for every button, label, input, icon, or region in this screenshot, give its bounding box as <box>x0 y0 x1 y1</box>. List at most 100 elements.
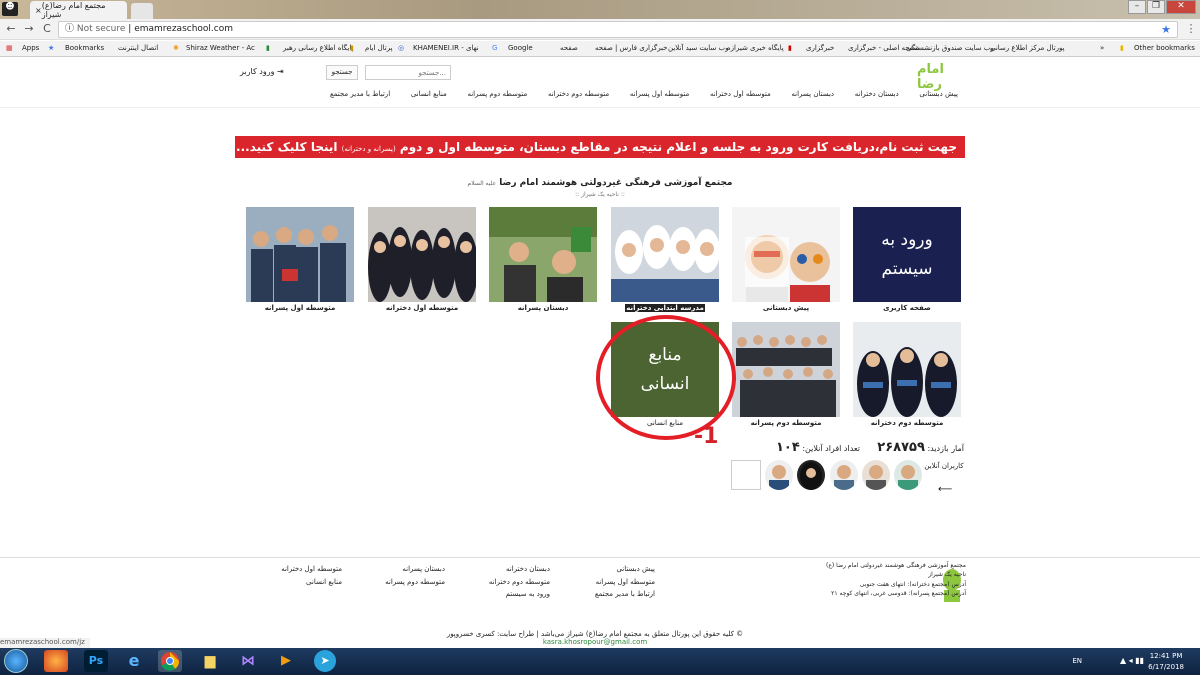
info-icon[interactable]: ⓘ <box>65 24 77 34</box>
tile-caption[interactable]: دبستان پسرانه <box>489 304 597 312</box>
preschool-photo <box>745 235 830 302</box>
footer-link[interactable]: دبستان دخترانه <box>460 563 550 576</box>
nav-item-contact-director[interactable]: ارتباط با مدیر مجتمع <box>330 90 390 98</box>
broken-image-icon[interactable] <box>731 460 761 490</box>
footer-link[interactable]: منابع انسانی <box>250 576 342 589</box>
bookmark-item[interactable]: وب سایت سید آنلاین <box>668 44 728 52</box>
bookmark-item[interactable]: Google <box>508 44 533 52</box>
apps-icon[interactable]: ▦ <box>6 44 13 52</box>
tile-boys-primary[interactable] <box>489 207 597 302</box>
firefox-icon[interactable] <box>44 650 68 672</box>
profile-icon[interactable]: ☻ <box>2 2 18 16</box>
search-button[interactable]: جستجو <box>326 65 358 80</box>
online-user-avatar[interactable] <box>765 460 793 490</box>
arrow-left-icon[interactable]: ⟵ <box>938 484 952 495</box>
footer-link[interactable]: متوسطه اول پسرانه <box>560 576 655 589</box>
language-indicator[interactable]: EN <box>1072 657 1082 665</box>
bookmark-item[interactable]: Bookmarks <box>65 44 104 52</box>
footer-link[interactable]: متوسطه دوم پسرانه <box>355 576 445 589</box>
tile-login[interactable]: ورود به سیستم <box>853 207 961 302</box>
bookmark-item[interactable]: KHAMENEI.IR - نهای <box>413 44 479 52</box>
tile-preschool[interactable] <box>732 207 840 302</box>
tab-close-icon[interactable]: × <box>35 6 42 15</box>
bookmark-star-icon[interactable]: ★ <box>1161 22 1171 37</box>
telegram-icon[interactable]: ➤ <box>314 650 336 672</box>
file-explorer-icon[interactable]: ▆ <box>198 650 222 672</box>
visit-stats: آمار بازدید: ۲۶۸۷۵۹ <box>870 440 964 455</box>
search-input[interactable] <box>365 65 451 80</box>
bookmark-item[interactable]: وب سایت صندوق بازنشستگی <box>906 44 994 52</box>
internet-explorer-icon[interactable]: e <box>122 650 146 672</box>
more-bookmarks-icon[interactable]: » <box>1100 44 1104 52</box>
nav-item-hr[interactable]: منابع انسانی <box>411 90 447 98</box>
chrome-icon[interactable] <box>158 650 182 672</box>
tab-title: مجتمع امام رضا(ع) شیراز <box>41 1 106 19</box>
footer-link[interactable]: پیش دبستانی <box>560 563 655 576</box>
online-user-avatar[interactable] <box>862 460 890 490</box>
nav-item-girls-middle[interactable]: متوسطه اول دخترانه <box>710 90 771 98</box>
tile-girls-middle[interactable] <box>368 207 476 302</box>
tile-caption[interactable]: پیش دبستانی <box>732 304 840 312</box>
login-link[interactable]: ورود کاربر ⇥ <box>240 67 284 76</box>
tile-caption[interactable]: متوسطه دوم پسرانه <box>732 419 840 427</box>
online-user-avatar[interactable] <box>894 460 922 490</box>
nav-item-boys-high[interactable]: متوسطه دوم پسرانه <box>467 90 527 98</box>
online-user-avatar[interactable] <box>797 460 825 490</box>
designer-email[interactable]: kasra.khosropour@gmail.com <box>543 638 647 646</box>
footer-links-col2: دبستان دخترانه متوسطه دوم دخترانه ورود ب… <box>460 563 550 601</box>
bookmark-item[interactable]: پورتال مرکز اطلاع رسانی <box>990 44 1065 52</box>
bookmark-item[interactable]: پرتال ایام <box>365 44 393 52</box>
reload-icon[interactable]: C <box>40 22 54 36</box>
nav-item-girls-primary[interactable]: دبستان دخترانه <box>855 90 899 98</box>
boys-primary-photo <box>489 207 597 302</box>
globe-icon: ◎ <box>398 44 405 52</box>
site-logo[interactable]: امام رضا <box>917 62 957 92</box>
close-window-icon[interactable]: ✕ <box>1166 0 1196 14</box>
clock[interactable]: 12:41 PM 6/17/2018 <box>1148 651 1184 672</box>
bookmark-item[interactable]: پایگاه خبری شیرازه <box>727 44 784 52</box>
nav-item-girls-high[interactable]: متوسطه دوم دخترانه <box>548 90 609 98</box>
footer-link[interactable]: ارتباط با مدیر مجتمع <box>560 588 655 601</box>
nav-item-boys-primary[interactable]: دبستان پسرانه <box>791 90 834 98</box>
tile-boys-middle[interactable] <box>246 207 354 302</box>
maximize-icon[interactable]: ❐ <box>1147 0 1165 14</box>
online-user-avatar[interactable] <box>830 460 858 490</box>
browser-tab[interactable]: × مجتمع امام رضا(ع) شیراز <box>30 1 127 19</box>
footer-link[interactable]: دبستان پسرانه <box>355 563 445 576</box>
nav-item-preschool[interactable]: پیش دبستانی <box>919 90 958 98</box>
start-button[interactable] <box>4 649 28 673</box>
photoshop-icon[interactable]: Ps <box>84 650 108 672</box>
bookmark-item[interactable]: خبرگزاری فارس | صفحه <box>595 44 668 52</box>
footer-link[interactable]: متوسطه دوم دخترانه <box>460 576 550 589</box>
other-bookmarks[interactable]: Other bookmarks <box>1134 44 1195 52</box>
tile-caption[interactable]: متوسطه اول پسرانه <box>246 304 354 312</box>
bookmark-item[interactable]: Apps <box>22 44 39 52</box>
tile-caption[interactable]: صفحه کاربری <box>853 304 961 312</box>
bookmark-item[interactable]: اتصال اینترنت <box>118 44 158 52</box>
footer-link[interactable]: ورود به سیستم <box>460 588 550 601</box>
address-bar[interactable]: ⓘ Not secure | emamrezaschool.com ★ <box>58 21 1178 38</box>
menu-icon[interactable]: ⋮ <box>1184 22 1198 36</box>
tile-girls-primary[interactable] <box>611 207 719 302</box>
bookmark-item[interactable]: صفحه <box>560 44 578 52</box>
forward-icon[interactable]: → <box>22 22 36 36</box>
tile-caption[interactable]: متوسطه دوم دخترانه <box>853 419 961 427</box>
back-icon[interactable]: ← <box>4 22 18 36</box>
tile-boys-high[interactable] <box>732 322 840 417</box>
system-tray-icons[interactable]: ▲ ◂ ▮▮ <box>1120 656 1144 665</box>
bookmark-item[interactable]: پایگاه اطلاع رسانی رهبر <box>283 44 353 52</box>
registration-banner[interactable]: جهت ثبت نام،دریافت کارت ورود به جلسه و ا… <box>235 136 965 158</box>
folder-icon: ▮ <box>1120 44 1124 52</box>
minimize-icon[interactable]: – <box>1128 0 1146 14</box>
online-value: ۱۰۴ <box>776 440 800 455</box>
bookmark-item[interactable]: خبرگزاری <box>806 44 834 52</box>
footer-link[interactable]: متوسطه اول دخترانه <box>250 563 342 576</box>
visual-studio-icon[interactable]: ⋈ <box>236 650 260 672</box>
tile-caption[interactable]: متوسطه اول دخترانه <box>368 304 476 312</box>
bookmark-item[interactable]: Shiraz Weather - Ac <box>186 44 255 52</box>
media-player-icon[interactable]: ▶ <box>274 650 298 672</box>
new-tab-button[interactable] <box>131 3 153 19</box>
nav-item-boys-middle[interactable]: متوسطه اول پسرانه <box>630 90 689 98</box>
tile-girls-high[interactable] <box>853 322 961 417</box>
clock-date: 6/17/2018 <box>1148 662 1184 671</box>
